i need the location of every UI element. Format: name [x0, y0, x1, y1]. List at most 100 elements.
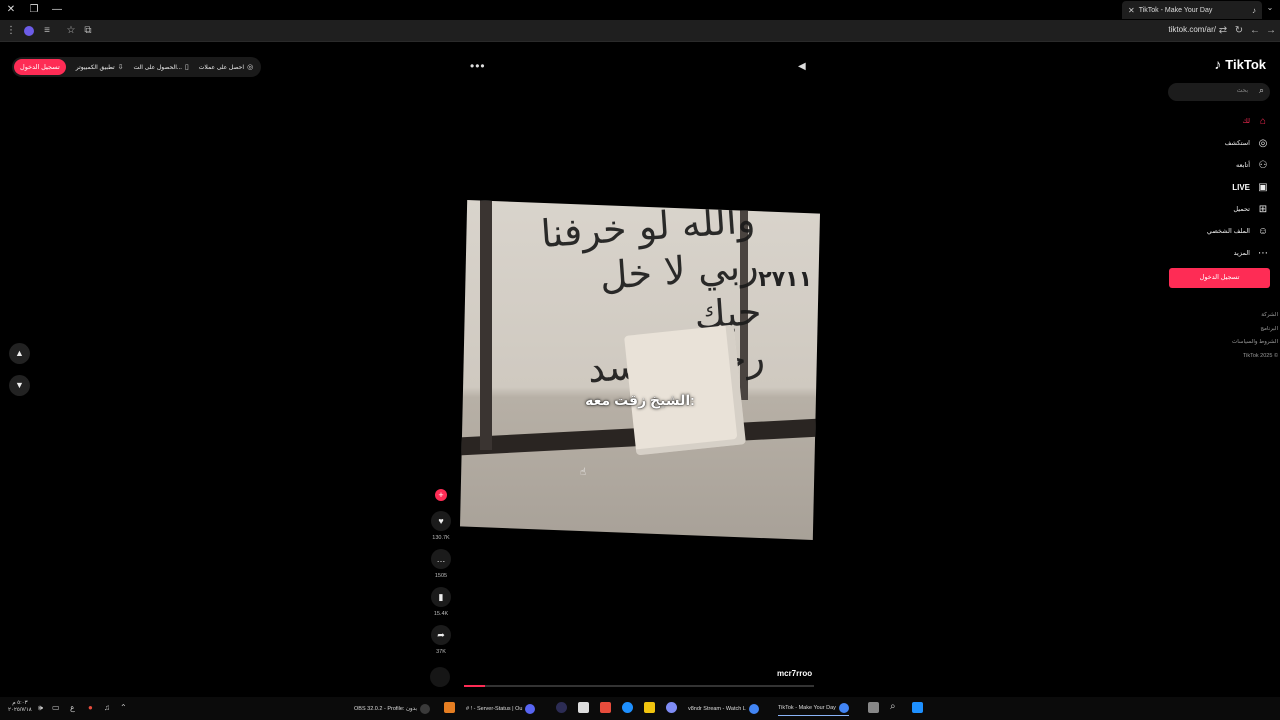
- forward-icon[interactable]: →: [1264, 24, 1278, 38]
- get-coins-label: احصل على عملات: [198, 64, 245, 71]
- comment-icon[interactable]: …: [431, 549, 451, 569]
- volume-icon[interactable]: ◀︎: [798, 61, 806, 72]
- tab-tiktok[interactable]: ✕ TikTok - Make Your Day ♪: [1122, 1, 1262, 19]
- sidebar-item-live[interactable]: LIVE ▣: [1150, 176, 1270, 198]
- microphone-icon[interactable]: ●: [88, 703, 93, 712]
- search-input[interactable]: بحث ⌕: [1168, 83, 1270, 101]
- like-count: 130.7K: [432, 535, 450, 541]
- obs-icon: [420, 703, 431, 714]
- discord-icon: [525, 703, 536, 714]
- app-icon[interactable]: [444, 702, 455, 713]
- sidebar-item-for-you[interactable]: لك ⌂: [1150, 110, 1270, 132]
- share-page-icon[interactable]: ⧉: [81, 24, 95, 38]
- desktop-app-label: تطبيق الكمبيوتر: [75, 64, 115, 71]
- sidebar-item-explore[interactable]: استكشف ◎: [1150, 132, 1270, 154]
- share-arrow-icon[interactable]: ➦: [431, 625, 451, 645]
- video-frame-detail: [480, 200, 492, 450]
- app-icon[interactable]: [666, 702, 677, 713]
- footer-link-company[interactable]: الشركة: [1232, 309, 1278, 323]
- app-icon[interactable]: [556, 702, 567, 713]
- tiktok-note-icon: ♪: [1214, 56, 1222, 72]
- taskbar-discord[interactable]: # ! - Server-Status | Ou: [466, 701, 536, 716]
- footer-link-program[interactable]: البرنامج: [1232, 323, 1278, 337]
- live-icon: ▣: [1258, 181, 1268, 193]
- bookmark-icon[interactable]: ▮: [431, 587, 451, 607]
- minimize-window-icon[interactable]: —: [50, 3, 64, 17]
- volume-icon[interactable]: ♫: [104, 703, 110, 712]
- chrome-icon: [748, 703, 759, 714]
- video-caption: الشيخ زقت معه:: [585, 392, 695, 408]
- back-icon[interactable]: ←: [1248, 24, 1262, 38]
- menu-dots-icon[interactable]: ⋮: [4, 24, 18, 38]
- get-coins-link[interactable]: احصل على عملات ◎: [199, 63, 253, 71]
- save-action[interactable]: ▮ 15.4K: [428, 587, 454, 619]
- sidebar-item-following[interactable]: أتابعه ⚇: [1150, 154, 1270, 176]
- close-tab-icon[interactable]: ✕: [1128, 6, 1135, 15]
- more-icon: ⋯: [1258, 247, 1268, 259]
- file-explorer-icon[interactable]: [644, 702, 655, 713]
- windows-start-icon[interactable]: [912, 702, 923, 713]
- clock-time: ٥:٠٣ م: [12, 700, 28, 706]
- sidebar-item-upload[interactable]: تحميل ⊞: [1150, 198, 1270, 220]
- login-button-sidebar[interactable]: تسجيل الدخول: [1169, 268, 1270, 288]
- language-icon[interactable]: ع: [70, 703, 75, 712]
- speaker-icon[interactable]: 🕪: [38, 703, 43, 713]
- tiktok-logo[interactable]: ♪ TikTok: [1214, 56, 1266, 72]
- get-app-link[interactable]: الحصول على الت... ▯: [134, 63, 189, 71]
- search-icon[interactable]: ⌕: [1259, 85, 1264, 96]
- reading-list-icon[interactable]: ≡: [40, 24, 54, 38]
- sidebar-item-profile[interactable]: الملف الشخصي ☺: [1150, 220, 1270, 242]
- like-action[interactable]: ♥ 130.7K: [428, 511, 454, 543]
- network-icon[interactable]: ▭: [52, 703, 60, 712]
- music-disc-icon[interactable]: [430, 667, 450, 687]
- graffiti-image: ٢٧١١: [758, 266, 812, 291]
- extension-icon[interactable]: [24, 26, 34, 36]
- share-count: 37K: [436, 649, 446, 655]
- taskbar-obs[interactable]: OBS 32.0.2 - Profile: بدون: [354, 701, 431, 716]
- sidebar-item-label: تحميل: [1233, 206, 1250, 213]
- os-taskbar: ٥:٠٣ م ٢٠٢٥/٧/١٨ 🕪 ▭ ع ● ♫ ⌃ OBS 32.0.2 …: [0, 697, 1280, 720]
- more-options-icon[interactable]: •••: [470, 59, 486, 73]
- chevron-up-icon[interactable]: ⌃: [120, 703, 127, 712]
- follow-plus-icon[interactable]: +: [435, 489, 447, 501]
- task-view-icon[interactable]: [868, 702, 879, 713]
- url-field[interactable]: tiktok.com/ar/: [1168, 25, 1216, 34]
- site-settings-icon[interactable]: ⇄: [1216, 24, 1230, 38]
- previous-video-button[interactable]: ▲: [9, 343, 30, 364]
- taskbar-stream[interactable]: v8ndr Stream - Watch L: [688, 701, 759, 716]
- top-actions-pill: تسجيل الدخول تطبيق الكمبيوتر ⇩ الحصول عل…: [12, 57, 262, 77]
- next-video-button[interactable]: ▼: [9, 375, 30, 396]
- taskbar-tiktok[interactable]: TikTok - Make Your Day: [778, 701, 849, 716]
- footer-link-terms[interactable]: الشروط والسياسات: [1232, 336, 1278, 350]
- login-button-top[interactable]: تسجيل الدخول: [14, 59, 66, 75]
- sidebar-nav: لك ⌂ استكشف ◎ أتابعه ⚇ LIVE ▣ تحميل ⊞ ال…: [1150, 110, 1270, 264]
- clock-date: ٢٠٢٥/٧/١٨: [8, 707, 32, 713]
- calendar-icon[interactable]: [578, 702, 589, 713]
- address-bar: ⋮ ≡ ☆ ⧉ tiktok.com/ar/ ⇄ ↻ ← →: [0, 20, 1280, 42]
- share-action[interactable]: ➦ 37K: [428, 625, 454, 657]
- restore-window-icon[interactable]: ❐: [27, 3, 41, 17]
- taskbar-clock[interactable]: ٥:٠٣ م ٢٠٢٥/٧/١٨: [8, 700, 32, 714]
- chevron-down-icon: ▼: [15, 380, 24, 390]
- desktop-app-link[interactable]: تطبيق الكمبيوتر ⇩: [76, 63, 124, 71]
- heart-icon[interactable]: ♥: [431, 511, 451, 531]
- sidebar-item-label: LIVE: [1232, 182, 1250, 192]
- edge-icon[interactable]: [622, 702, 633, 713]
- task-label: # ! - Server-Status | Ou: [466, 705, 523, 712]
- tab-menu-button[interactable]: ⌄: [1264, 3, 1276, 12]
- author-username[interactable]: mcr7rroo: [777, 669, 812, 678]
- bookmark-star-icon[interactable]: ☆: [64, 24, 78, 38]
- brave-icon[interactable]: [600, 702, 611, 713]
- profile-icon: ☺: [1257, 225, 1269, 237]
- video-progress-bar[interactable]: [464, 685, 814, 687]
- sidebar-item-more[interactable]: المزيد ⋯: [1150, 242, 1270, 264]
- video-player[interactable]: والله لو خرفناربي لا خل حبكرجال الاسد ٢٧…: [460, 200, 820, 540]
- close-window-icon[interactable]: ✕: [4, 3, 18, 17]
- search-icon[interactable]: ⌕: [890, 701, 896, 712]
- reload-icon[interactable]: ↻: [1232, 24, 1246, 38]
- task-label: OBS 32.0.2 - Profile: بدون: [354, 705, 418, 712]
- search-placeholder: بحث: [1236, 88, 1248, 94]
- video-progress-fill: [464, 685, 485, 687]
- comment-action[interactable]: … 1505: [428, 549, 454, 581]
- comment-count: 1505: [434, 573, 448, 579]
